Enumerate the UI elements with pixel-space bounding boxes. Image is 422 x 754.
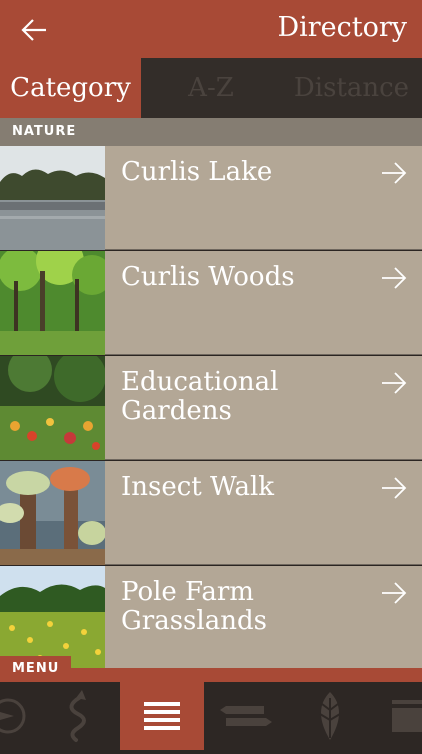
arrow-right-icon — [382, 372, 407, 394]
list-item-label: Educational Gardens — [121, 367, 279, 426]
arrow-right-icon — [382, 477, 407, 499]
grassland-photo — [0, 566, 105, 670]
app-screen: Directory Category A-Z Distance NATURE C… — [0, 0, 422, 750]
arrow-right-icon — [382, 267, 407, 289]
list-item[interactable]: Educational Gardens — [0, 356, 422, 460]
list-item-label: Curlis Lake — [121, 157, 273, 187]
list-item[interactable]: Insect Walk — [0, 461, 422, 565]
list-item[interactable]: Curlis Lake — [0, 146, 422, 250]
tab-distance[interactable]: Distance — [281, 58, 422, 118]
tab-a-z[interactable]: A-Z — [141, 58, 281, 118]
list-icon[interactable] — [120, 682, 204, 750]
sculpture-photo — [0, 461, 105, 565]
compass-icon[interactable] — [0, 682, 38, 750]
menu-label[interactable]: MENU — [0, 656, 72, 682]
signpost-icon[interactable] — [204, 682, 288, 750]
header-bar: Directory — [0, 0, 422, 58]
list-item-label: Pole Farm Grasslands — [121, 577, 267, 636]
list-item-label: Curlis Woods — [121, 262, 295, 292]
woods-photo — [0, 251, 105, 355]
tab-bar: Category A-Z Distance — [0, 58, 422, 118]
panel-icon[interactable] — [372, 682, 422, 750]
arrow-right-icon — [382, 582, 407, 604]
list-item[interactable]: Pole Farm Grasslands — [0, 566, 422, 670]
arrow-right-icon — [382, 162, 407, 184]
leaf-icon[interactable] — [288, 682, 372, 750]
section-header: NATURE — [0, 118, 422, 146]
tab-category[interactable]: Category — [0, 58, 141, 118]
lake-photo — [0, 146, 105, 250]
list-item-label: Insect Walk — [121, 472, 275, 502]
list-item[interactable]: Curlis Woods — [0, 251, 422, 355]
arrow-left-icon[interactable] — [20, 16, 48, 44]
page-title: Directory — [277, 12, 407, 43]
bottom-toolbar — [0, 682, 422, 750]
gardens-photo — [0, 356, 105, 460]
trail-icon[interactable] — [38, 682, 120, 750]
